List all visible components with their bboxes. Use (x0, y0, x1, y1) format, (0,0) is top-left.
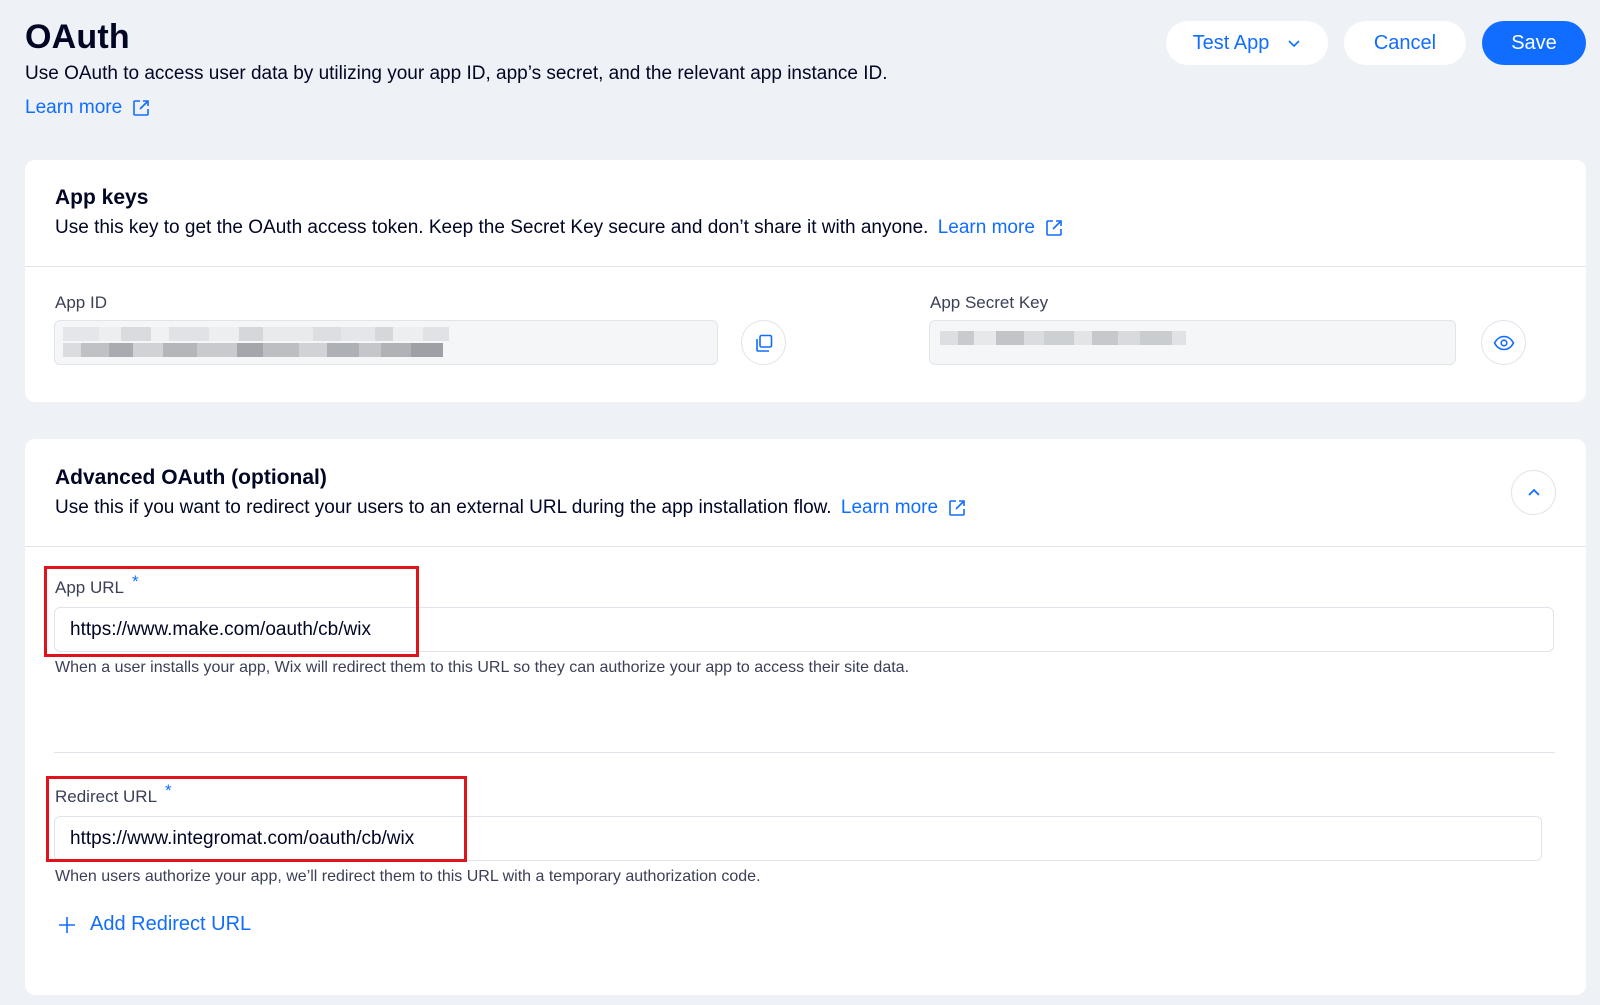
app-url-input[interactable] (54, 607, 1554, 652)
fields-divider (54, 752, 1555, 753)
copy-app-id-button[interactable] (741, 320, 786, 365)
app-keys-learn-more-label: Learn more (937, 217, 1035, 238)
advanced-learn-more-label: Learn more (840, 497, 939, 518)
app-keys-description-text: Use this key to get the OAuth access tok… (55, 217, 929, 238)
app-id-label: App ID (55, 293, 107, 312)
app-keys-title: App keys (55, 186, 149, 209)
app-keys-header: App keys Use this key to get the OAuth a… (25, 160, 1586, 267)
test-app-label: Test App (1192, 31, 1270, 54)
external-link-icon (949, 500, 965, 516)
app-keys-learn-more-link[interactable]: Learn more (938, 217, 1063, 239)
app-url-label: App URL * (55, 572, 139, 598)
app-id-blurred-value (63, 327, 449, 341)
redirect-url-label: Redirect URL * (55, 781, 172, 807)
chevron-up-icon (1527, 488, 1540, 496)
required-asterisk: * (165, 781, 172, 800)
add-redirect-url-button[interactable]: Add Redirect URL (58, 913, 251, 936)
app-secret-field[interactable] (929, 320, 1456, 365)
advanced-oauth-header: Advanced OAuth (optional) Use this if yo… (25, 439, 1586, 547)
app-secret-blurred-value (940, 331, 1186, 345)
cancel-button[interactable]: Cancel (1344, 21, 1466, 65)
chevron-down-icon (1288, 39, 1300, 47)
required-asterisk: * (131, 572, 139, 591)
save-button[interactable]: Save (1482, 21, 1586, 65)
header-learn-more-link[interactable]: Learn more (25, 97, 150, 119)
app-id-blurred-value-row2 (63, 343, 443, 357)
external-link-icon (1046, 220, 1062, 236)
app-url-label-text: App URL (55, 578, 124, 597)
app-keys-description: Use this key to get the OAuth access tok… (55, 217, 1556, 239)
page-subtitle: Use OAuth to access user data by utilizi… (25, 63, 888, 84)
test-app-button[interactable]: Test App (1166, 21, 1328, 65)
add-redirect-url-label: Add Redirect URL (90, 913, 252, 935)
app-secret-label: App Secret Key (930, 293, 1049, 312)
app-url-help-text: When a user installs your app, Wix will … (55, 659, 910, 676)
advanced-oauth-description-text: Use this if you want to redirect your us… (55, 497, 832, 518)
eye-icon (1493, 335, 1514, 350)
app-id-field[interactable] (54, 320, 718, 365)
advanced-learn-more-link[interactable]: Learn more (841, 497, 966, 519)
advanced-oauth-card: Advanced OAuth (optional) Use this if yo… (25, 439, 1586, 995)
advanced-oauth-title: Advanced OAuth (optional) (55, 466, 327, 489)
plus-icon (59, 916, 75, 933)
redirect-url-help-text: When users authorize your app, we’ll red… (55, 868, 761, 885)
collapse-section-button[interactable] (1511, 470, 1556, 515)
redirect-url-label-text: Redirect URL (55, 787, 158, 806)
copy-icon (755, 334, 772, 352)
app-keys-card: App keys Use this key to get the OAuth a… (25, 160, 1586, 402)
redirect-url-input[interactable] (54, 816, 1542, 861)
external-link-icon (133, 100, 149, 116)
advanced-oauth-description: Use this if you want to redirect your us… (55, 497, 1556, 519)
header-learn-more-label: Learn more (25, 97, 123, 118)
header-actions: Test App Cancel Save (1166, 21, 1586, 65)
reveal-secret-button[interactable] (1481, 320, 1526, 365)
